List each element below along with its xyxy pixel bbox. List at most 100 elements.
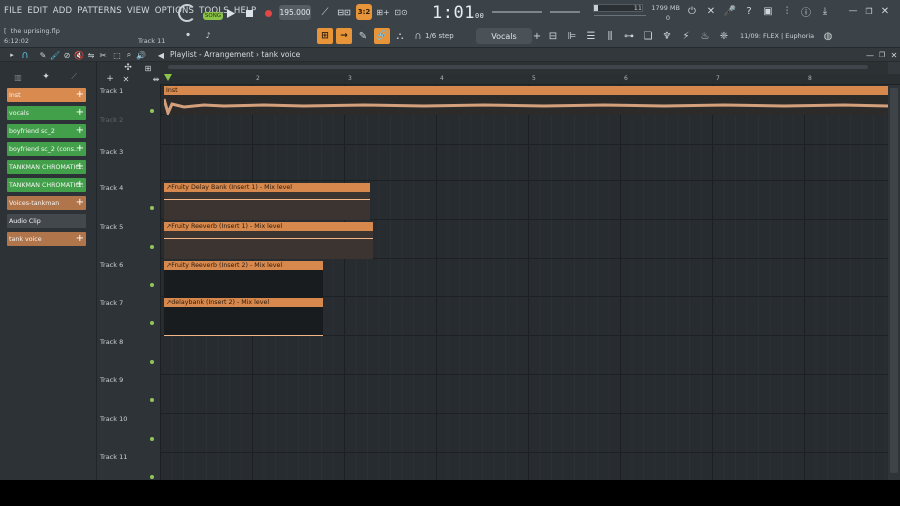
playlist-grid[interactable]: Inst ↗Fruity Delay Bank (Insert 1) - Mix … xyxy=(160,85,888,480)
tips-icon[interactable]: ❈ xyxy=(717,30,731,42)
microphone-icon[interactable]: 🎤 xyxy=(724,5,736,17)
menu-file[interactable]: FILE xyxy=(4,6,22,16)
channel-button[interactable]: Inst + xyxy=(7,88,86,102)
mixer-icon[interactable]: ⫶ xyxy=(781,5,793,17)
save-icon[interactable]: ▣ xyxy=(762,5,774,17)
metronome-icon[interactable]: ⟋ xyxy=(318,6,332,18)
piano-roll-icon[interactable]: ⊫ xyxy=(565,30,579,42)
add-clip-icon[interactable]: + xyxy=(76,196,84,209)
playlist-button[interactable]: ⊞ xyxy=(317,28,333,44)
add-clip-icon[interactable]: + xyxy=(76,232,84,245)
channel-button[interactable]: tank voice + xyxy=(7,232,86,246)
channel-button[interactable]: Audio Clip xyxy=(7,214,86,228)
track-name[interactable]: Track 7 xyxy=(100,299,123,307)
track-name[interactable]: Track 3 xyxy=(100,148,123,156)
track-enable-led[interactable] xyxy=(150,360,154,364)
select-tool-icon[interactable]: ⬚ xyxy=(112,50,122,60)
audio-tab-icon[interactable]: ✦ xyxy=(40,72,52,82)
track-enable-led[interactable] xyxy=(150,206,154,210)
stamp-tool-icon[interactable]: ⛬ xyxy=(394,30,406,42)
automation-clip-body[interactable] xyxy=(164,231,373,259)
channel-button[interactable]: vocals + xyxy=(7,106,86,120)
mixer-window-icon[interactable]: ⫼ xyxy=(603,30,617,42)
news-ticker[interactable]: 11/09: FLEX | Euphoria xyxy=(740,32,814,40)
add-clip-icon[interactable]: + xyxy=(76,124,84,137)
track-name[interactable]: Track 1 xyxy=(100,87,123,95)
track-enable-led[interactable] xyxy=(150,398,154,402)
browser-icon[interactable]: ❏ xyxy=(641,30,655,42)
step-edit-icon[interactable]: ⊞+ xyxy=(376,6,390,18)
timeline-ruler[interactable]: 2 3 4 5 6 7 8 xyxy=(160,74,900,85)
channel-button[interactable]: TANKMAN CHROMATIC.. + xyxy=(7,178,86,192)
track-name[interactable]: Track 2 xyxy=(100,116,123,124)
track-enable-led[interactable] xyxy=(150,245,154,249)
channel-button[interactable]: TANKMAN CHROMATIC.. + xyxy=(7,160,86,174)
stopwatch-icon[interactable]: ♨ xyxy=(698,30,712,42)
wait-input-icon[interactable]: ⊟⊡ xyxy=(337,6,351,18)
snap-link-button[interactable]: 🔗 xyxy=(374,28,390,44)
remove-track-icon[interactable]: ✕ xyxy=(121,74,131,84)
panel-close-icon[interactable]: ✕ xyxy=(890,50,898,60)
vertical-scrollbar[interactable] xyxy=(888,85,900,480)
track-enable-led[interactable] xyxy=(150,283,154,287)
tempo-link-button[interactable]: → xyxy=(336,28,352,44)
mic-knob-icon[interactable]: ♪ xyxy=(203,30,213,40)
add-clip-icon[interactable]: + xyxy=(76,178,84,191)
menu-edit[interactable]: EDIT xyxy=(27,6,47,16)
add-clip-icon[interactable]: + xyxy=(76,106,84,119)
magnet-snap-icon[interactable]: ∩ xyxy=(20,50,30,61)
draw-tool-icon[interactable]: ✎ xyxy=(356,30,370,42)
menu-view[interactable]: VIEW xyxy=(127,6,150,16)
panel-restore-icon[interactable]: ❐ xyxy=(878,50,886,60)
add-track-icon[interactable]: + xyxy=(105,74,115,84)
info-icon[interactable]: ⓘ xyxy=(800,5,812,19)
record-button[interactable] xyxy=(263,8,273,18)
channel-rack-icon[interactable]: ⊟ xyxy=(546,30,560,42)
track-name[interactable]: Track 4 xyxy=(100,184,123,192)
playlist-menu-arrow-icon[interactable]: ▸ xyxy=(8,50,16,60)
channel-button[interactable]: boyfriend sc_2 (cons.. + xyxy=(7,142,86,156)
playlist-icon[interactable]: ☰ xyxy=(584,30,598,42)
slice-tool-icon[interactable]: ✂ xyxy=(98,50,108,60)
track-name[interactable]: Track 10 xyxy=(100,415,127,423)
download-icon[interactable]: ⤓ xyxy=(819,5,831,17)
countdown-button[interactable]: 3:2 xyxy=(356,4,372,20)
tempo-tap-icon[interactable] xyxy=(178,4,196,22)
automation-clip-body[interactable] xyxy=(164,192,370,220)
zoom-tool-icon[interactable]: ⌕ xyxy=(124,50,134,60)
touch-keyboard-icon[interactable]: ♆ xyxy=(660,30,674,42)
tempo-display[interactable]: 195.000 xyxy=(279,5,311,20)
close-window-icon[interactable]: ✕ xyxy=(880,6,890,17)
horizontal-scrollbar[interactable] xyxy=(160,62,888,74)
menu-add[interactable]: ADD xyxy=(53,6,73,16)
snap-select[interactable]: 1/6 step xyxy=(423,29,471,43)
track-name[interactable]: Track 9 xyxy=(100,376,123,384)
slip-tool-icon[interactable]: ⇋ xyxy=(86,50,96,60)
add-clip-icon[interactable]: + xyxy=(76,88,84,101)
track-enable-led[interactable] xyxy=(150,437,154,441)
help-icon[interactable]: ? xyxy=(743,5,755,17)
playback-tool-icon[interactable]: 🔊 xyxy=(136,50,146,60)
loop-record-icon[interactable]: ⊡⊙ xyxy=(394,6,408,18)
scroll-thumb[interactable] xyxy=(168,65,868,69)
menu-patterns[interactable]: PATTERNS xyxy=(77,6,122,16)
audio-clip-waveform[interactable] xyxy=(162,95,888,118)
track-enable-led[interactable] xyxy=(150,475,154,479)
automation-clip-header[interactable]: ↗Fruity Reeverb (Insert 1) - Mix level xyxy=(164,222,373,231)
minimize-window-icon[interactable]: — xyxy=(848,6,858,16)
track-name[interactable]: Track 11 xyxy=(100,453,127,461)
scroll-thumb[interactable] xyxy=(890,88,898,473)
song-mode-toggle[interactable]: SONG xyxy=(203,12,223,20)
snap-header-icon[interactable]: ✣ xyxy=(123,63,133,73)
automation-clip-header[interactable]: ↗Fruity Reeverb (Insert 2) - Mix level xyxy=(164,261,323,270)
plugin-icon[interactable]: ⚡ xyxy=(679,30,693,42)
automation-tab-icon[interactable]: ⟋ xyxy=(68,72,80,82)
track-enable-led[interactable] xyxy=(150,109,154,113)
master-volume-slider[interactable] xyxy=(492,11,542,13)
play-button[interactable] xyxy=(226,7,236,19)
add-pattern-icon[interactable]: + xyxy=(532,30,542,42)
automation-clip-body[interactable] xyxy=(164,270,323,298)
zoom-header-icon[interactable]: ⊞ xyxy=(143,63,153,73)
channel-button[interactable]: boyfriend sc_2 + xyxy=(7,124,86,138)
automation-clip-header[interactable]: ↗Fruity Delay Bank (Insert 1) - Mix leve… xyxy=(164,183,370,192)
